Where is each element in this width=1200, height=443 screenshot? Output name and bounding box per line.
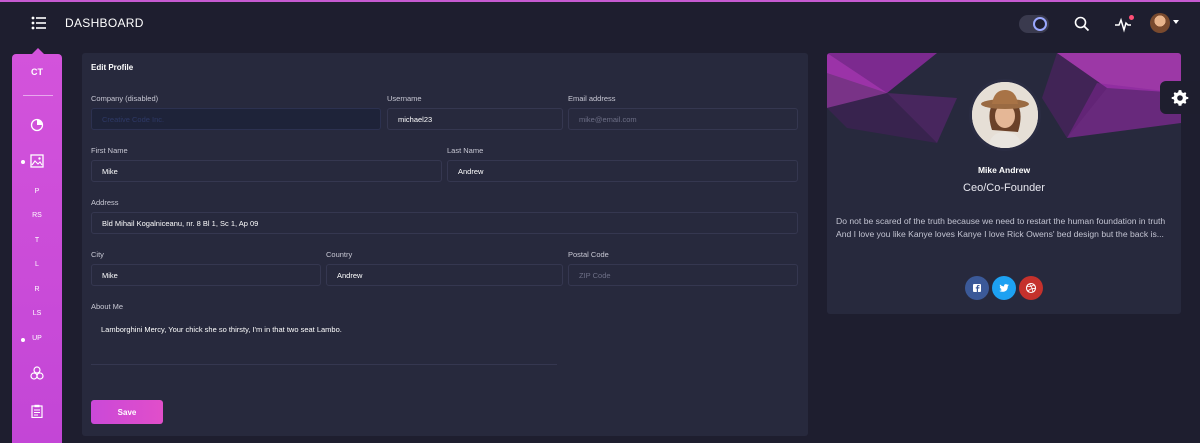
address-label: Address (91, 198, 119, 207)
notification-dot (1129, 15, 1134, 20)
firstname-label: First Name (91, 146, 128, 155)
gear-icon (1171, 90, 1189, 106)
facebook-icon[interactable] (965, 276, 989, 300)
sidebar-item-t[interactable]: T (12, 237, 62, 244)
page-title[interactable]: DASHBOARD (65, 16, 144, 30)
sidebar: CT P RS T L R LS UP (12, 48, 62, 443)
sidebar-divider (23, 95, 53, 96)
email-input[interactable] (568, 108, 798, 130)
sidebar-logo[interactable]: CT (12, 67, 62, 77)
lastname-input[interactable] (447, 160, 798, 182)
about-textarea[interactable]: Lamborghini Mercy, Your chick she so thi… (91, 316, 557, 365)
atom-icon[interactable] (30, 366, 44, 380)
user-menu[interactable] (1150, 13, 1180, 35)
company-label: Company (disabled) (91, 94, 159, 103)
theme-toggle[interactable] (1019, 15, 1049, 33)
active-dot (21, 160, 25, 164)
user-description: Do not be scared of the truth because we… (836, 216, 1166, 239)
user-role: Ceo/Co-Founder (963, 182, 1045, 194)
user-card: Mike Andrew Ceo/Co-Founder Do not be sca… (827, 53, 1181, 314)
save-button[interactable]: Save (91, 400, 163, 424)
sidebar-item-l[interactable]: L (12, 261, 62, 268)
settings-button[interactable] (1160, 81, 1200, 114)
sidebar-item-up[interactable]: UP (12, 335, 62, 342)
navbar: DASHBOARD (0, 2, 1200, 44)
clipboard-icon[interactable] (30, 404, 44, 419)
search-icon[interactable] (1074, 16, 1090, 32)
username-label: Username (387, 94, 422, 103)
country-label: Country (326, 250, 353, 259)
company-input (91, 108, 381, 130)
firstname-input[interactable] (91, 160, 442, 182)
chevron-down-icon (1173, 20, 1179, 24)
sidebar-item-r[interactable]: R (12, 286, 62, 293)
postal-input[interactable] (568, 264, 798, 286)
profile-avatar[interactable] (969, 79, 1041, 151)
avatar (1150, 13, 1170, 33)
username-input[interactable] (387, 108, 563, 130)
address-input[interactable] (91, 212, 798, 234)
about-label: About Me (91, 302, 124, 311)
image-icon[interactable] (30, 154, 44, 168)
edit-profile-card: Edit Profile Company (disabled) Username… (82, 53, 808, 436)
country-input[interactable] (326, 264, 563, 286)
sidebar-item-p[interactable]: P (12, 188, 62, 195)
city-input[interactable] (91, 264, 321, 286)
user-name: Mike Andrew (977, 165, 1031, 175)
postal-label: Postal Code (568, 250, 609, 259)
menu-icon[interactable] (30, 14, 48, 32)
twitter-icon[interactable] (992, 276, 1016, 300)
email-label: Email address (568, 94, 616, 103)
activity-icon[interactable] (1114, 15, 1134, 33)
card-title: Edit Profile (91, 63, 134, 72)
sidebar-item-rs[interactable]: RS (12, 212, 62, 219)
toggle-knob (1033, 17, 1047, 31)
sidebar-item-ls[interactable]: LS (12, 310, 62, 317)
city-label: City (91, 250, 104, 259)
dribbble-icon[interactable] (1019, 276, 1043, 300)
chart-pie-icon[interactable] (30, 118, 44, 132)
lastname-label: Last Name (447, 146, 484, 155)
